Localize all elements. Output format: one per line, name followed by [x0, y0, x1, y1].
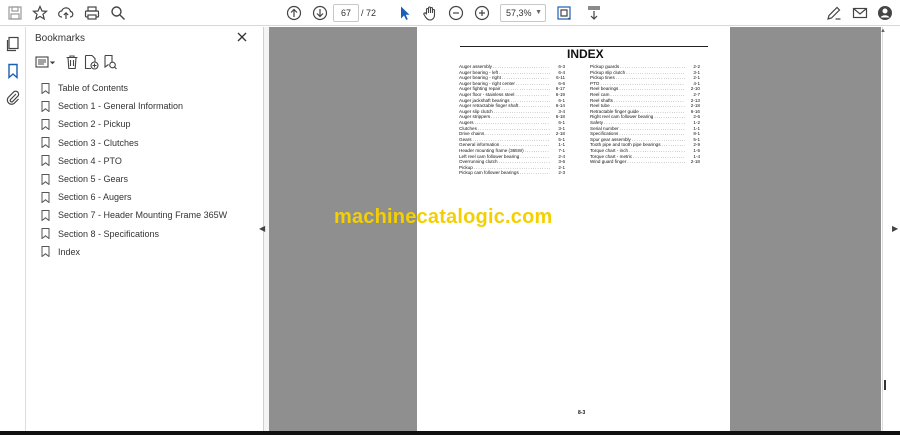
bookmark-label: Section 7 - Header Mounting Frame 365W — [58, 210, 228, 221]
watermark-text: machinecatalogic.com — [334, 206, 553, 228]
bookmark-icon — [41, 137, 50, 149]
cloud-upload-icon[interactable] — [56, 3, 76, 23]
bookmark-panel-icon[interactable] — [5, 63, 21, 80]
bookmark-icon — [41, 155, 50, 167]
bookmark-item[interactable]: Section 8 - Specifications — [41, 225, 256, 243]
index-page-ref: 2-18 — [690, 159, 700, 165]
arrow-down-circle-icon[interactable] — [310, 3, 330, 23]
expand-right-panel-icon[interactable]: ▶ — [892, 224, 898, 233]
pdf-page: INDEX Auger assembly6-3Auger bearing - l… — [417, 27, 730, 435]
sign-icon[interactable] — [824, 3, 844, 23]
search-icon[interactable] — [108, 3, 128, 23]
bookmark-label: Section 8 - Specifications — [58, 228, 160, 239]
bookmark-item[interactable]: Section 6 - Augers — [41, 188, 256, 206]
bookmarks-panel: Bookmarks Table of Contents Section 1 - … — [27, 27, 264, 435]
delete-icon[interactable] — [64, 54, 80, 70]
bookmark-icon — [41, 191, 50, 203]
bookmark-label: Section 3 - Clutches — [58, 137, 139, 148]
bookmark-item[interactable]: Table of Contents — [41, 79, 256, 97]
document-viewer[interactable]: INDEX Auger assembly6-3Auger bearing - l… — [269, 27, 881, 435]
new-bookmark-icon[interactable] — [83, 54, 99, 70]
bookmark-label: Section 5 - Gears — [58, 174, 129, 185]
cursor-icon[interactable] — [395, 3, 415, 23]
bookmark-label: Section 4 - PTO — [58, 155, 122, 166]
page-thumbnails-icon[interactable] — [5, 36, 21, 52]
panel-title: Bookmarks — [35, 33, 86, 44]
bookmark-label: Index — [58, 246, 81, 257]
index-entry: Pickup cam follower bearings 2-3 — [459, 170, 565, 176]
index-term: Pickup cam follower bearings — [459, 170, 519, 176]
chevron-down-icon: ▼ — [535, 9, 542, 16]
index-column-left: Auger assembly6-3Auger bearing - left6-4… — [459, 64, 565, 176]
bookmark-label: Section 2 - Pickup — [58, 119, 131, 130]
bookmark-item[interactable]: Section 5 - Gears — [41, 170, 256, 188]
scroll-mode-icon[interactable] — [584, 3, 604, 23]
navigation-rail — [0, 27, 26, 435]
bookmark-icon — [41, 100, 50, 112]
index-term: Wind guard finger — [590, 159, 627, 165]
scroll-up-icon[interactable]: ▲ — [880, 28, 886, 34]
scrollbar-thumb[interactable] — [884, 380, 886, 390]
leader-dots — [520, 170, 550, 176]
zoom-value: 57,3% — [506, 8, 532, 18]
zoom-level-select[interactable]: 57,3% ▼ — [500, 4, 546, 22]
save-icon[interactable] — [5, 3, 25, 23]
bookmark-item[interactable]: Section 2 - Pickup — [41, 115, 256, 133]
leader-dots — [627, 159, 685, 165]
zoom-out-icon[interactable] — [446, 3, 466, 23]
bottom-edge — [0, 431, 900, 435]
bookmark-item[interactable]: Section 1 - General Information — [41, 97, 256, 115]
bookmark-label: Table of Contents — [58, 83, 129, 94]
arrow-up-circle-icon[interactable] — [284, 3, 304, 23]
page-footer-number: 8-3 — [578, 410, 586, 416]
bookmark-options-icon[interactable] — [35, 54, 55, 70]
zoom-in-icon[interactable] — [472, 3, 492, 23]
bookmark-item[interactable]: Section 3 - Clutches — [41, 134, 256, 152]
attachment-icon[interactable] — [5, 89, 21, 105]
bookmark-icon — [41, 173, 50, 185]
index-column-right: Pickup guards2-2Pickup slip clutch3-1Pic… — [590, 64, 700, 165]
fit-page-icon[interactable] — [554, 3, 574, 23]
bookmark-item[interactable]: Index — [41, 243, 256, 261]
bookmark-label: Section 6 - Augers — [58, 192, 132, 203]
bookmark-icon — [41, 118, 50, 130]
index-title: INDEX — [567, 47, 604, 61]
index-entry: Wind guard finger 2-18 — [590, 159, 700, 165]
bookmark-icon — [41, 82, 50, 94]
bookmark-item[interactable]: Section 4 - PTO — [41, 152, 256, 170]
star-icon[interactable] — [30, 3, 50, 23]
index-page-ref: 2-3 — [558, 170, 565, 176]
account-icon[interactable] — [875, 3, 895, 23]
bookmark-icon — [41, 228, 50, 240]
bookmark-label: Section 1 - General Information — [58, 101, 184, 112]
bookmark-icon — [41, 209, 50, 221]
page-number-input[interactable]: 67 — [333, 4, 359, 22]
main-toolbar: 67 / 72 57,3% ▼ — [0, 0, 900, 26]
bookmark-icon — [41, 246, 50, 258]
page-total: / 72 — [361, 8, 377, 18]
collapse-panel-icon[interactable]: ◀ — [259, 224, 265, 233]
bookmark-list: Table of Contents Section 1 - General In… — [41, 79, 256, 261]
bookmark-search-icon[interactable] — [102, 54, 118, 70]
email-icon[interactable] — [850, 3, 870, 23]
bookmark-item[interactable]: Section 7 - Header Mounting Frame 365W — [41, 206, 256, 224]
close-icon[interactable] — [235, 30, 249, 44]
hand-icon[interactable] — [420, 3, 440, 23]
print-icon[interactable] — [82, 3, 102, 23]
